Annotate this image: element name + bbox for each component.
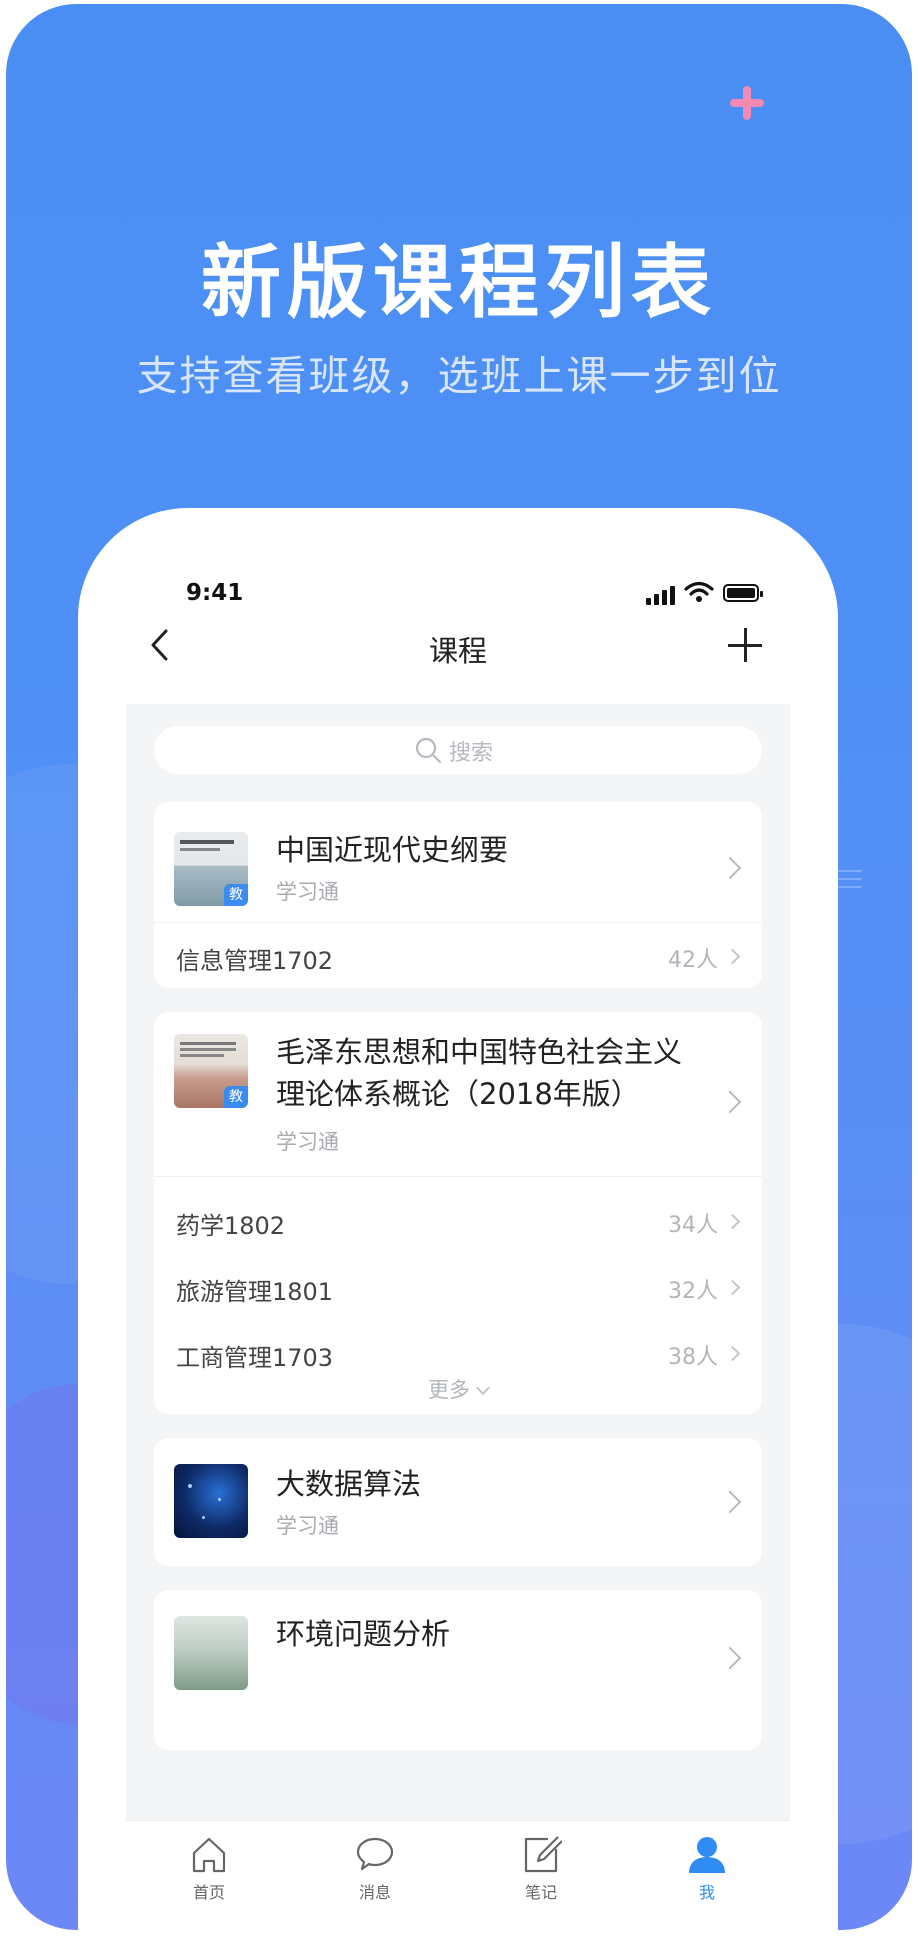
note-icon <box>524 1836 562 1873</box>
user-icon <box>689 1837 725 1873</box>
message-icon <box>356 1837 394 1871</box>
tab-messages[interactable]: 消息 <box>292 1821 458 1921</box>
chevron-right-icon <box>718 1646 742 1670</box>
class-row[interactable]: 信息管理1702 42人 <box>154 923 762 988</box>
chevron-down-icon <box>475 1380 491 1396</box>
course-cover: 教 <box>174 832 248 906</box>
chevron-right-icon <box>718 856 742 880</box>
decor-plus-icon <box>730 86 764 120</box>
tab-label: 首页 <box>192 1883 225 1902</box>
page-title: 课程 <box>428 634 487 668</box>
status-time: 9:41 <box>186 580 244 606</box>
course-title: 大数据算法 <box>276 1467 422 1501</box>
course-cover: 教 <box>174 1034 248 1108</box>
search-placeholder: 搜索 <box>449 741 494 766</box>
course-cover <box>174 1464 248 1538</box>
plus-icon[interactable] <box>728 628 762 662</box>
class-count: 34人 <box>668 1213 718 1238</box>
tab-me[interactable]: 我 <box>624 1821 790 1921</box>
course-source: 学习通 <box>276 1514 339 1538</box>
course-card[interactable]: 教 中国近现代史纲要 学习通 信息管理1702 42人 <box>154 802 762 988</box>
search-icon <box>415 737 442 764</box>
chevron-right-icon <box>724 948 741 965</box>
class-count: 38人 <box>668 1345 718 1370</box>
tab-bar: 首页 消息 笔记 我 <box>126 1820 790 1938</box>
course-source: 学习通 <box>276 1130 339 1154</box>
tab-notes[interactable]: 笔记 <box>458 1821 624 1921</box>
show-more-button[interactable]: 更多 <box>154 1374 762 1404</box>
course-card[interactable]: 环境问题分析 <box>154 1590 762 1750</box>
class-name: 旅游管理1801 <box>176 1278 334 1306</box>
course-title-line2: 理论体系概论（2018年版） <box>276 1077 640 1111</box>
course-card[interactable]: 教 毛泽东思想和中国特色社会主义 理论体系概论（2018年版） 学习通 药学18… <box>154 1012 762 1414</box>
signal-icon <box>646 586 678 605</box>
chevron-right-icon <box>718 1490 742 1514</box>
chevron-right-icon <box>724 1279 741 1296</box>
class-name: 信息管理1702 <box>176 947 334 975</box>
tab-label: 我 <box>698 1883 715 1902</box>
chevron-right-icon <box>718 1090 742 1114</box>
chevron-right-icon <box>724 1213 741 1230</box>
search-input[interactable]: 搜索 <box>154 726 762 774</box>
course-title: 环境问题分析 <box>276 1617 451 1651</box>
teacher-badge: 教 <box>224 1086 248 1108</box>
tab-home[interactable]: 首页 <box>126 1821 292 1921</box>
teacher-badge: 教 <box>224 884 248 906</box>
class-row[interactable]: 旅游管理1801 32人 <box>154 1258 762 1320</box>
battery-icon <box>723 584 763 602</box>
course-title-line1: 毛泽东思想和中国特色社会主义 <box>276 1035 683 1069</box>
divider <box>154 1176 762 1177</box>
class-name: 工商管理1703 <box>176 1344 334 1372</box>
chevron-right-icon <box>724 1345 741 1362</box>
course-source: 学习通 <box>276 880 339 904</box>
show-more-label: 更多 <box>428 1378 470 1402</box>
wifi-icon <box>684 581 714 602</box>
course-list: 搜索 教 中国近现代史纲要 学习通 信息管理1702 42人 教 毛泽东思想和中… <box>126 704 790 1820</box>
class-row[interactable]: 药学1802 34人 <box>154 1192 762 1254</box>
course-title: 中国近现代史纲要 <box>276 833 509 867</box>
class-name: 药学1802 <box>176 1212 286 1240</box>
promo-subline: 支持查看班级，选班上课一步到位 <box>136 352 782 400</box>
home-icon <box>192 1837 226 1873</box>
phone-screen: 9:41 课程 搜索 教 中国近现代史纲要 学习通 信息管理1702 42人 教… <box>78 508 838 1938</box>
class-count: 32人 <box>668 1279 718 1304</box>
tab-label: 消息 <box>358 1883 391 1902</box>
tab-label: 笔记 <box>524 1883 557 1902</box>
promo-headline: 新版课程列表 <box>201 236 717 329</box>
course-cover <box>174 1616 248 1690</box>
nav-bar: 课程 <box>126 618 790 674</box>
course-card[interactable]: 大数据算法 学习通 <box>154 1438 762 1566</box>
class-count: 42人 <box>668 948 718 973</box>
